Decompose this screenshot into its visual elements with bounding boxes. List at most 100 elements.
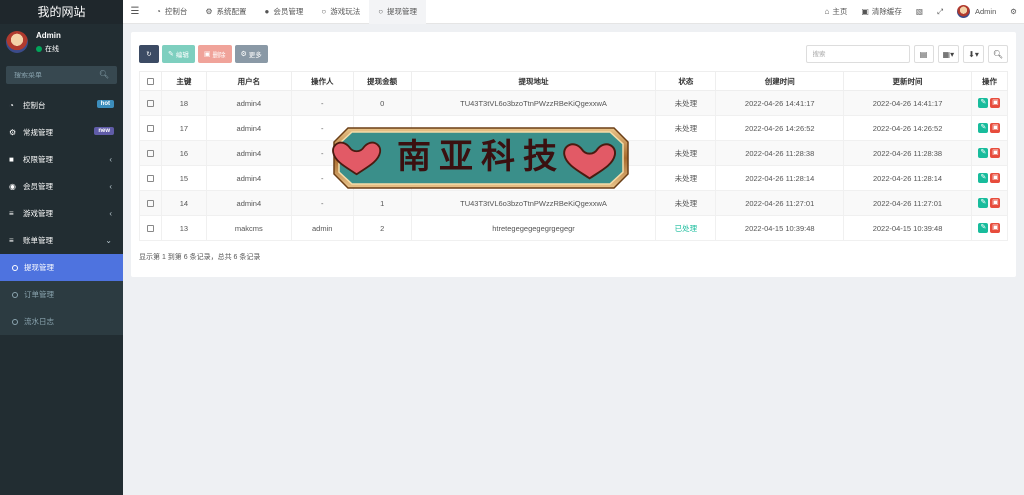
row-delete-trash-icon[interactable]: ▣ [990,98,1001,108]
sidebar-item-label: 权限管理 [23,155,53,164]
sidebar-item-dashboard[interactable]: ◔ 控制台 hot [0,92,123,119]
user-menu[interactable]: Admin [950,5,1003,18]
row-edit-pencil-icon[interactable]: ✎ [978,98,989,108]
cell-id: 17 [160,115,207,141]
refresh-button[interactable]: ↻ [139,45,159,63]
more-button[interactable]: ⚙ 更多 [234,45,268,63]
translate-icon[interactable]: ▧ [909,7,930,16]
row-checkbox[interactable] [146,125,154,133]
tab-member[interactable]: ● 会员管理 [256,0,313,24]
cell-updated: 2022-04-26 14:41:17 [843,90,972,116]
home-link[interactable]: ⌂ 主页 [818,6,855,17]
sidebar-item-member[interactable]: ◉ 会员管理 ‹ [0,173,123,200]
tab-label: 提现管理 [387,7,418,16]
table-row[interactable]: 14 admin4-1 TU43T3tVL6o3bzoTtnPWzzRBeKiQge… [139,190,1009,216]
sidebar-item-general[interactable]: ⚙ 常规管理 new [0,119,123,146]
hot-badge: hot [96,100,114,108]
avatar [957,5,970,18]
sidebar-item-billing[interactable]: ≡ 账单管理 ⌄ [0,227,123,254]
sidebar-item-withdraw[interactable]: 提现管理 [0,254,123,281]
cell-amount: 1 [352,190,412,216]
sidebar-item-label: 会员管理 [23,182,53,191]
table-row[interactable]: 13 makcms admin 2 htretegegegegegrgegegr 已处理 2… [139,215,1009,241]
row-delete-trash-icon[interactable]: ▣ [990,173,1001,183]
tab-withdraw[interactable]: ○ 提现管理 [369,0,427,24]
col-created[interactable]: 创建时间 [715,71,845,91]
row-delete-trash-icon[interactable]: ▣ [990,198,1001,208]
col-username[interactable]: 用户名 [205,71,292,91]
row-delete-trash-icon[interactable]: ▣ [990,148,1001,158]
sidebar-item-orders[interactable]: 订单管理 [0,281,123,308]
fullscreen-icon[interactable]: ⤢ [930,7,950,17]
cell-actions: ✎ ▣ [970,190,1009,216]
more-label: 更多 [248,52,262,59]
row-checkbox[interactable] [146,175,154,183]
row-select[interactable] [139,90,162,116]
cog-icon: ⚙ [205,7,213,16]
menu-search-input[interactable] [14,71,94,79]
row-select[interactable] [139,165,162,191]
online-dot-icon [36,46,42,52]
table-search-input[interactable] [805,45,910,63]
clear-cache-label: 清除缓存 [871,7,902,16]
cell-operator: admin [290,215,354,241]
row-delete-trash-icon[interactable]: ▣ [990,123,1001,133]
advanced-search-icon[interactable]: 🔍︎ [987,45,1008,63]
cell-id: 15 [160,165,207,191]
row-select[interactable] [139,115,162,141]
row-select[interactable] [139,215,162,241]
circle-icon [12,318,18,325]
col-amount[interactable]: 提现金额 [352,71,412,91]
delete-button[interactable]: ▣ 删除 [197,45,232,63]
watermark-text: 南亚科技 [397,137,565,177]
row-edit-pencil-icon[interactable]: ✎ [978,198,989,208]
tab-dashboard[interactable]: ◔ 控制台 [147,0,196,24]
row-delete-trash-icon[interactable]: ▣ [990,223,1001,233]
cell-id: 18 [160,90,207,116]
chevron-down-icon: ⌄ [105,236,112,245]
row-edit-pencil-icon[interactable]: ✎ [978,173,989,183]
export-dropdown-icon[interactable]: ⬇▾ [963,45,984,63]
row-checkbox[interactable] [146,225,154,233]
col-status[interactable]: 状态 [655,71,717,91]
columns-dropdown-icon[interactable]: ▦▾ [937,45,960,63]
settings-gear-icon[interactable]: ⚙ [1003,7,1024,16]
row-edit-pencil-icon[interactable]: ✎ [978,123,989,133]
cell-actions: ✎ ▣ [970,90,1009,116]
cell-created: 2022-04-15 10:39:48 [715,215,845,241]
row-edit-pencil-icon[interactable]: ✎ [978,148,989,158]
cell-created: 2022-04-26 11:27:01 [715,190,845,216]
select-all-header[interactable] [139,71,162,91]
tab-system-config[interactable]: ⚙ 系统配置 [196,0,255,24]
cell-status: 未处理 [655,190,717,216]
col-operator[interactable]: 操作人 [290,71,354,91]
sidebar-item-permission[interactable]: ■ 权限管理 ‹ [0,146,123,173]
sidebar-item-game[interactable]: ≡ 游戏管理 ‹ [0,200,123,227]
edit-button[interactable]: ✎ 编辑 [162,45,195,63]
site-title[interactable]: 我的网站 [0,0,123,24]
tab-game-rules[interactable]: ○ 游戏玩法 [312,0,369,24]
row-select[interactable] [139,190,162,216]
select-all-checkbox[interactable] [146,78,154,86]
col-updated[interactable]: 更新时间 [843,71,972,91]
table-row[interactable]: 18 admin4-0 TU43T3tVL6o3bzoTtnPWzzRBeKiQge… [139,90,1009,116]
row-select[interactable] [139,140,162,166]
row-checkbox[interactable] [146,100,154,108]
chevron-left-icon: ‹ [109,155,112,164]
row-checkbox[interactable] [146,150,154,158]
trash-icon: ▣ [861,7,869,16]
circle-icon [12,291,18,298]
col-id[interactable]: 主键 [160,71,207,91]
row-edit-pencil-icon[interactable]: ✎ [978,223,989,233]
toggle-card-view-icon[interactable]: ▤ [913,45,934,63]
row-checkbox[interactable] [146,200,154,208]
sidebar-item-flow-log[interactable]: 流水日志 [0,308,123,335]
user-name: Admin [36,31,61,40]
top-navbar: ☰ ◔ 控制台 ⚙ 系统配置 ● 会员管理 ○ 游戏玩法 ○ 提现管理 ⌂ 主页 ▣ 清除缓存… [123,0,1024,24]
cell-updated: 2022-04-26 14:26:52 [843,115,972,141]
search-icon[interactable]: 🔍︎ [99,70,109,79]
clear-cache-button[interactable]: ▣ 清除缓存 [854,6,909,17]
table-toolbar: ↻ ✎ 编辑 ▣ 删除 ⚙ 更多 [139,45,268,63]
menu-toggle-icon[interactable]: ☰ [123,6,147,17]
col-address[interactable]: 提现地址 [410,71,657,91]
